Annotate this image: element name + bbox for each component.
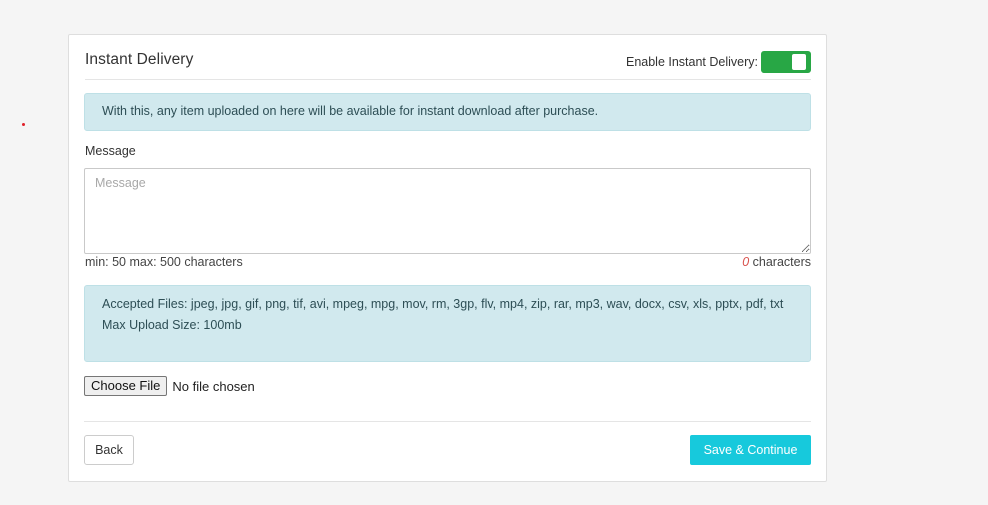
character-count-suffix: characters (752, 255, 811, 269)
character-count: 0 (742, 255, 750, 269)
max-upload-size-text: Max Upload Size: 100mb (102, 317, 242, 332)
file-input: Choose File No file chosen (84, 376, 255, 396)
toggle-label: Enable Instant Delivery: (625, 55, 758, 69)
upload-info-box: Accepted Files: jpeg, jpg, gif, png, tif… (84, 285, 811, 362)
message-label: Message (85, 144, 136, 158)
instant-delivery-toggle-group: Enable Instant Delivery: (626, 51, 811, 73)
character-counter: 0 characters (742, 255, 811, 269)
footer-divider (84, 421, 811, 422)
card-title: Instant Delivery (85, 51, 194, 68)
back-button[interactable]: Back (84, 435, 134, 465)
card-header: Instant Delivery Enable Instant Delivery… (85, 35, 811, 80)
message-textarea[interactable] (84, 168, 811, 254)
choose-file-button[interactable]: Choose File (84, 376, 168, 396)
accepted-files-text: Accepted Files: jpeg, jpg, gif, png, tif… (102, 297, 784, 311)
file-status-text: No file chosen (172, 378, 255, 394)
instant-delivery-toggle[interactable] (761, 51, 811, 73)
instant-delivery-card: Instant Delivery Enable Instant Delivery… (68, 34, 827, 482)
toggle-knob (792, 54, 806, 70)
message-length-hint: min: 50 max: 500 characters (85, 255, 243, 269)
instant-download-notice: With this, any item uploaded on here wil… (84, 93, 811, 131)
save-continue-button[interactable]: Save & Continue (690, 435, 811, 465)
red-dot-marker (22, 123, 25, 126)
